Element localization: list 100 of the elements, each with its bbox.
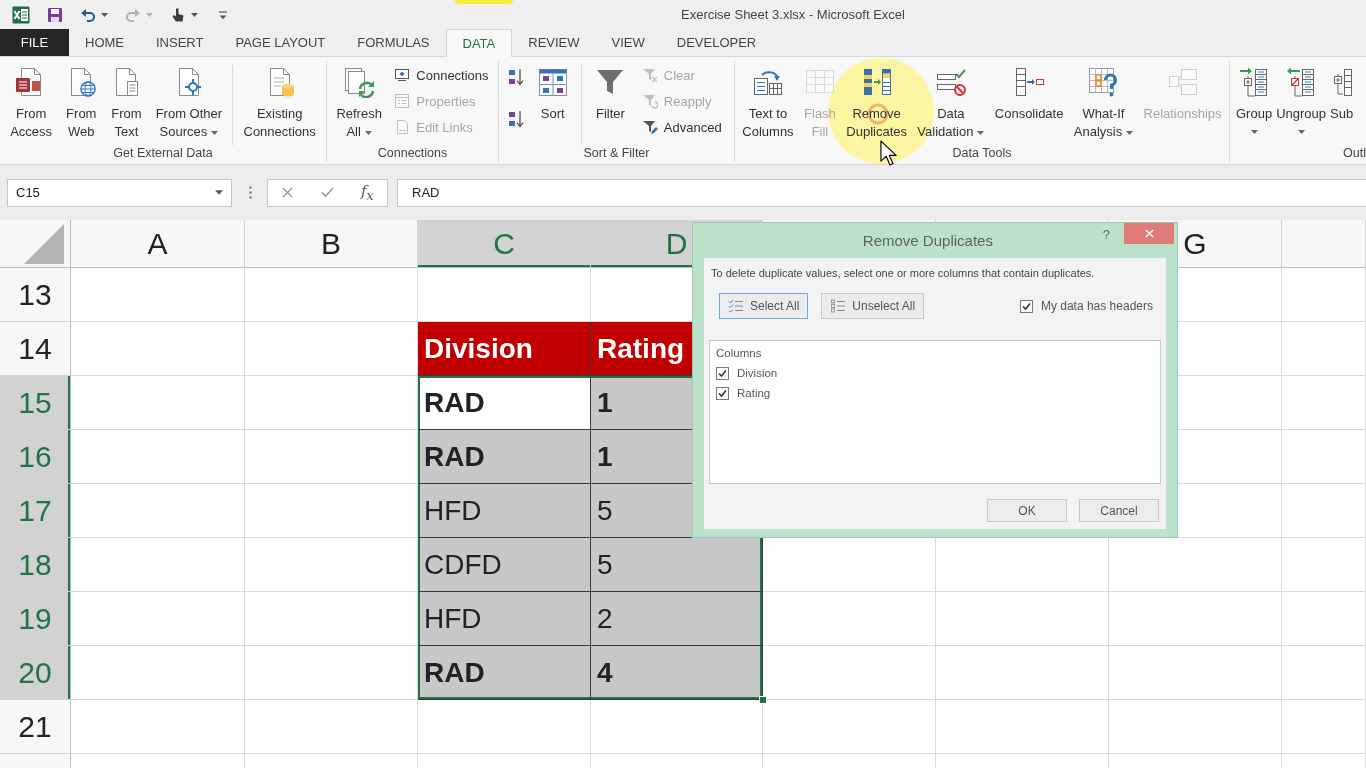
sort-descending-icon[interactable]	[508, 110, 525, 128]
checkbox[interactable]	[1019, 299, 1033, 313]
help-button[interactable]: ?	[1102, 227, 1110, 242]
caret-icon[interactable]	[977, 130, 985, 135]
edit-links-icon	[394, 119, 411, 135]
clear-filter-icon	[641, 67, 658, 83]
sort-ascending-icon[interactable]	[508, 68, 525, 86]
caret-icon[interactable]	[101, 12, 108, 17]
table-cell: RAD	[418, 430, 591, 484]
caret-icon[interactable]	[1297, 130, 1305, 134]
cell-text: 4	[597, 656, 613, 689]
highlight-spot	[455, 0, 513, 4]
ribbon-tab[interactable]: PAGE LAYOUT	[219, 29, 342, 56]
window-title: Exercise Sheet 3.xlsx - Microsoft Excel	[681, 7, 905, 22]
ribbon-tab[interactable]: HOME	[69, 29, 140, 56]
caret-icon[interactable]	[211, 130, 219, 135]
dialog-button[interactable]: Select All	[719, 293, 809, 319]
connections-icon	[394, 67, 411, 83]
subtotal-icon	[1331, 66, 1352, 98]
ribbon-button[interactable]: Refresh All	[333, 61, 385, 141]
relationships-icon	[1166, 66, 1199, 98]
dialog-button[interactable]: OK	[987, 499, 1067, 522]
reapply-filter-icon	[641, 93, 658, 109]
ribbon-tab[interactable]: DATA	[445, 29, 513, 57]
ribbon-button[interactable]: From Text	[107, 61, 146, 141]
table-cell: RAD	[418, 646, 591, 700]
group-label: Connections	[377, 145, 448, 162]
ribbon-button[interactable]: From Web	[62, 61, 101, 141]
ribbon-button[interactable]: Advanced	[638, 114, 725, 140]
dialog-title: Remove Duplicates	[861, 232, 994, 249]
table-cell: 2	[591, 592, 763, 646]
insert-function-button[interactable]: f$_{x}$	[360, 182, 374, 203]
caret-icon[interactable]	[191, 12, 198, 17]
ribbon-tab[interactable]: DEVELOPER	[660, 29, 773, 56]
ribbon-button[interactable]: Filter	[591, 61, 630, 123]
grid-question-icon	[1087, 66, 1120, 98]
close-icon[interactable]	[1144, 229, 1154, 238]
column-header[interactable]: C	[418, 220, 591, 268]
ribbon-button[interactable]: Existing Connections	[240, 61, 319, 141]
ribbon-tab[interactable]: REVIEW	[512, 29, 596, 56]
consolidate-icon	[1013, 66, 1046, 98]
ribbon-button[interactable]: Data Validation	[914, 61, 988, 141]
ribbon-button[interactable]: Ungroup	[1274, 61, 1328, 134]
checkbox[interactable]	[716, 366, 729, 380]
list-heading: Columns	[716, 347, 763, 361]
check-icon[interactable]	[321, 186, 335, 199]
table-header-cell: Division	[418, 322, 591, 376]
name-box[interactable]: C15	[7, 178, 232, 207]
group-label: Get External Data	[113, 145, 213, 162]
ribbon-tab[interactable]: INSERT	[140, 29, 220, 56]
row-header[interactable]: 13	[0, 268, 71, 322]
ribbon-button[interactable]: Connections	[391, 62, 492, 88]
ribbon-button[interactable]: What-If Analysis	[1070, 61, 1137, 141]
ribbon-button[interactable]: From Access	[7, 61, 56, 141]
fill-handle[interactable]	[759, 696, 767, 704]
table-cell: HFD	[418, 484, 591, 538]
row-header[interactable]: 14	[0, 322, 71, 376]
caret-icon[interactable]	[1250, 130, 1258, 134]
checkbox[interactable]	[716, 386, 729, 400]
group-label: Outl	[1343, 145, 1366, 162]
dialog-button[interactable]: Cancel	[1079, 499, 1159, 522]
column-header[interactable]: A	[71, 220, 245, 268]
row-header[interactable]: 19	[0, 592, 71, 646]
row-header[interactable]: 16	[0, 430, 71, 484]
ribbon-button[interactable]: Text to Columns	[739, 61, 797, 141]
row-header[interactable]: 17	[0, 484, 71, 538]
ribbon-button[interactable]: From Other Sources	[152, 61, 226, 141]
table-cell: RAD	[418, 376, 591, 430]
caret-icon[interactable]	[215, 190, 223, 195]
ribbon-tab[interactable]: VIEW	[595, 29, 661, 56]
ribbon-button[interactable]: Sort	[533, 61, 572, 123]
cancel-icon[interactable]	[281, 186, 295, 199]
sort-icon	[536, 66, 569, 98]
file-tab[interactable]: FILE	[0, 29, 69, 56]
ribbon-button[interactable]: Consolidate	[991, 61, 1067, 123]
caret-icon[interactable]	[1126, 130, 1134, 135]
ribbon-button[interactable]: Group	[1234, 61, 1275, 134]
row-header[interactable]: 15	[0, 376, 71, 430]
save-icon[interactable]	[47, 6, 63, 23]
dialog-button[interactable]: Unselect All	[821, 293, 925, 319]
ribbon-tab[interactable]: FORMULAS	[341, 29, 446, 56]
row-header[interactable]: 20	[0, 646, 71, 700]
group-label: Sort & Filter	[583, 145, 650, 162]
checked-list-icon	[728, 299, 744, 313]
drag-handle-icon[interactable]	[249, 186, 252, 199]
row-header[interactable]: 18	[0, 538, 71, 592]
caret-icon[interactable]	[364, 130, 372, 135]
hand-icon[interactable]	[170, 6, 186, 23]
undo-icon[interactable]	[80, 6, 96, 23]
checkbox-label[interactable]: My data has headers	[1040, 299, 1153, 313]
table-cell: HFD	[418, 592, 591, 646]
formula-field[interactable]: RAD	[397, 178, 1366, 207]
ribbon-button[interactable]: Sub	[1328, 61, 1356, 123]
instruction-text: To delete duplicate values, select one or more columns that contain duplicates.	[710, 267, 1096, 279]
unchecked-list-icon	[830, 299, 847, 313]
group-label: Data Tools	[952, 145, 1012, 162]
column-header[interactable]: B	[245, 220, 418, 268]
advanced-filter-icon	[641, 119, 658, 135]
table-cell: 5	[591, 538, 763, 592]
row-header[interactable]: 21	[0, 700, 71, 754]
